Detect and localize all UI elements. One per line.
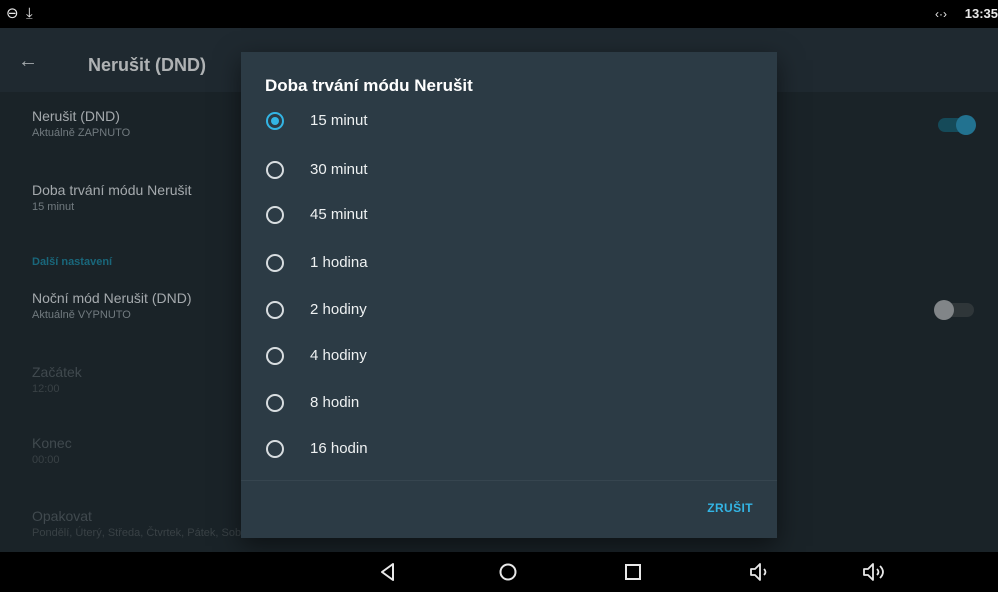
option-label: 2 hodiny xyxy=(310,301,367,318)
radio-button-checked[interactable] xyxy=(266,112,284,130)
dialog-title: Doba trvání módu Nerušit xyxy=(265,76,473,95)
radio-button[interactable] xyxy=(266,206,284,224)
option-label: 30 minut xyxy=(310,161,368,178)
status-bar: ⊖ ⤓ ‹·› 13:35 xyxy=(0,0,998,28)
radio-button[interactable] xyxy=(266,301,284,319)
duration-option[interactable]: 45 minut xyxy=(241,191,777,237)
radio-button[interactable] xyxy=(266,440,284,458)
duration-option[interactable]: 1 hodina xyxy=(241,239,777,285)
duration-option[interactable]: 2 hodiny xyxy=(241,286,777,332)
back-icon[interactable] xyxy=(378,561,398,583)
radio-button[interactable] xyxy=(266,394,284,412)
option-label: 1 hodina xyxy=(310,254,368,271)
option-label: 4 hodiny xyxy=(310,347,367,364)
recents-icon[interactable] xyxy=(623,561,643,583)
dnd-icon: ⊖ xyxy=(6,5,19,22)
radio-button[interactable] xyxy=(266,347,284,365)
option-label: 15 minut xyxy=(310,112,368,129)
duration-option[interactable]: 15 minut xyxy=(241,97,777,143)
data-sync-icon: ‹·› xyxy=(935,7,947,21)
duration-option[interactable]: 4 hodiny xyxy=(241,332,777,378)
option-label: 16 hodin xyxy=(310,440,368,457)
navigation-bar xyxy=(0,552,998,592)
duration-option[interactable]: 16 hodin xyxy=(241,425,777,471)
duration-dialog: Doba trvání módu Nerušit 15 minut 30 min… xyxy=(241,52,777,538)
duration-option[interactable]: 8 hodin xyxy=(241,379,777,425)
volume-down-icon[interactable] xyxy=(748,561,774,583)
download-icon: ⤓ xyxy=(26,5,33,22)
status-time: 13:35 xyxy=(964,6,998,21)
dialog-divider xyxy=(241,480,777,481)
home-icon[interactable] xyxy=(497,561,519,583)
option-label: 45 minut xyxy=(310,206,368,223)
option-label: 8 hodin xyxy=(310,394,360,411)
volume-up-icon[interactable] xyxy=(861,561,889,583)
cancel-button[interactable]: ZRUŠIT xyxy=(707,501,753,515)
radio-button[interactable] xyxy=(266,254,284,272)
duration-option[interactable]: 30 minut xyxy=(241,146,777,192)
radio-button[interactable] xyxy=(266,161,284,179)
